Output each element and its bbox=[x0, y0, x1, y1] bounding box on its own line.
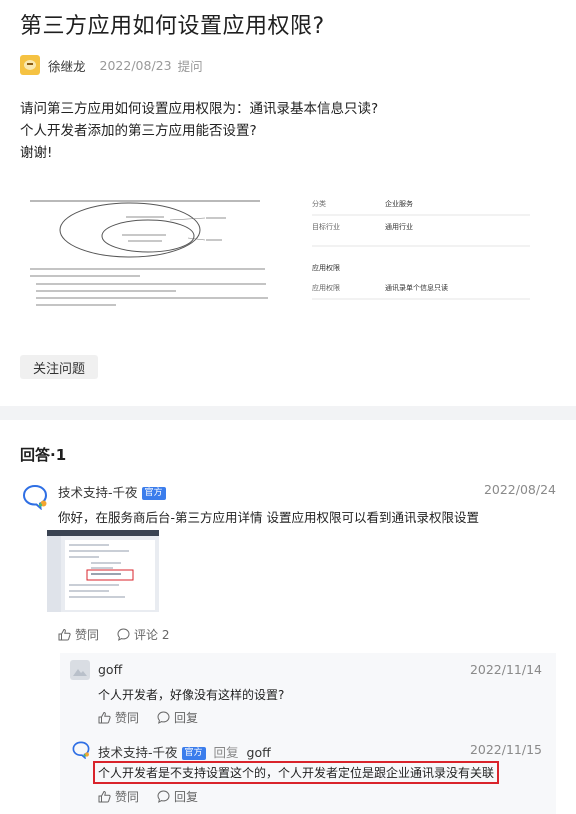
thumbs-up-icon bbox=[98, 711, 111, 724]
comment-label: 评论 2 bbox=[134, 628, 170, 642]
follow-question-button[interactable]: 关注问题 bbox=[20, 355, 98, 379]
comment-item: 技术支持-千夜 官方 回复 goff 2022/11/15 个人开发者是不支持设置这个… bbox=[60, 737, 556, 814]
official-badge: 官方 bbox=[181, 747, 206, 760]
comment-date: 2022/11/14 bbox=[469, 662, 542, 677]
answer-actions: 赞同 评论 2 bbox=[58, 626, 187, 643]
form-section-label: 应用权限 bbox=[312, 263, 340, 272]
thumbs-up-icon bbox=[98, 790, 111, 803]
service-chat-icon[interactable] bbox=[72, 741, 90, 759]
question-card: 第三方应用如何设置应用权限? 徐继龙 2022/08/23 提问 请问第三方应用… bbox=[0, 0, 576, 406]
question-meta: 徐继龙 2022/08/23 提问 bbox=[20, 54, 203, 76]
question-action: 提问 bbox=[177, 58, 203, 74]
like-button[interactable]: 赞同 bbox=[98, 788, 139, 805]
form-label: 应用权限 bbox=[312, 283, 340, 292]
form-label: 目标行业 bbox=[312, 222, 340, 231]
reply-button[interactable]: 回复 bbox=[157, 709, 198, 726]
comment-list: goff 2022/11/14 个人开发者，好像没有这样的设置? 赞同 回复 技… bbox=[60, 653, 556, 814]
comment-date: 2022/11/15 bbox=[469, 742, 542, 757]
like-label: 赞同 bbox=[115, 790, 140, 804]
comment-actions: 赞同 回复 bbox=[98, 788, 216, 805]
comment-text: 个人开发者是不支持设置这个的，个人开发者定位是跟企业通讯录没有关联 bbox=[93, 761, 500, 784]
question-date: 2022/08/23 bbox=[99, 57, 172, 73]
comment-icon bbox=[157, 711, 170, 724]
comment-text: 个人开发者，好像没有这样的设置? bbox=[98, 688, 285, 702]
comment-icon bbox=[117, 628, 130, 641]
comment-icon bbox=[157, 790, 170, 803]
form-value: 通用行业 bbox=[385, 222, 413, 231]
form-value: 企业服务 bbox=[385, 199, 413, 208]
reply-label: 回复 bbox=[174, 790, 199, 804]
reply-to-user[interactable]: goff bbox=[247, 745, 271, 760]
question-line: 谢谢! bbox=[20, 145, 53, 161]
user-avatar[interactable] bbox=[70, 660, 90, 680]
comment-author[interactable]: goff bbox=[98, 662, 122, 677]
like-label: 赞同 bbox=[115, 711, 140, 725]
reply-to-label: 回复 bbox=[213, 745, 239, 760]
form-label: 分类 bbox=[312, 199, 326, 208]
answer-screenshot[interactable] bbox=[47, 530, 159, 612]
answer-date: 2022/08/24 bbox=[483, 482, 556, 497]
answer-text: 你好，在服务商后台-第三方应用详情 设置应用权限可以看到通讯录权限设置 bbox=[58, 510, 479, 525]
reply-label: 回复 bbox=[174, 711, 199, 725]
comment-author[interactable]: 技术支持-千夜 bbox=[98, 745, 178, 760]
form-value: 通讯录单个信息只读 bbox=[385, 283, 448, 292]
comment-item: goff 2022/11/14 个人开发者，好像没有这样的设置? 赞同 回复 bbox=[60, 653, 556, 733]
question-attachment-image[interactable]: 分类 企业服务 目标行业 通用行业 应用权限 应用权限 通讯录单个信息只读 bbox=[30, 190, 540, 315]
like-button[interactable]: 赞同 bbox=[98, 709, 139, 726]
author-name[interactable]: 徐继龙 bbox=[48, 56, 86, 75]
question-line: 个人开发者添加的第三方应用能否设置? bbox=[20, 123, 257, 139]
question-body: 请问第三方应用如何设置应用权限为：通讯录基本信息只读? 个人开发者添加的第三方应… bbox=[20, 98, 378, 164]
comment-actions: 赞同 回复 bbox=[98, 709, 216, 726]
answer-author-name[interactable]: 技术支持-千夜 bbox=[58, 485, 138, 500]
answer-author[interactable]: 技术支持-千夜 官方 bbox=[58, 482, 166, 501]
like-label: 赞同 bbox=[75, 628, 100, 642]
question-title: 第三方应用如何设置应用权限? bbox=[20, 14, 325, 39]
answers-heading: 回答·1 bbox=[20, 446, 67, 464]
question-line: 请问第三方应用如何设置应用权限为：通讯录基本信息只读? bbox=[20, 101, 379, 117]
author-avatar[interactable] bbox=[20, 55, 40, 75]
official-badge: 官方 bbox=[141, 487, 166, 500]
like-button[interactable]: 赞同 bbox=[58, 626, 99, 643]
thumbs-up-icon bbox=[58, 628, 71, 641]
comment-button[interactable]: 评论 2 bbox=[117, 626, 169, 643]
comment-author-line: 技术支持-千夜 官方 回复 goff bbox=[98, 742, 271, 761]
reply-button[interactable]: 回复 bbox=[157, 788, 198, 805]
service-chat-icon[interactable] bbox=[22, 484, 48, 510]
